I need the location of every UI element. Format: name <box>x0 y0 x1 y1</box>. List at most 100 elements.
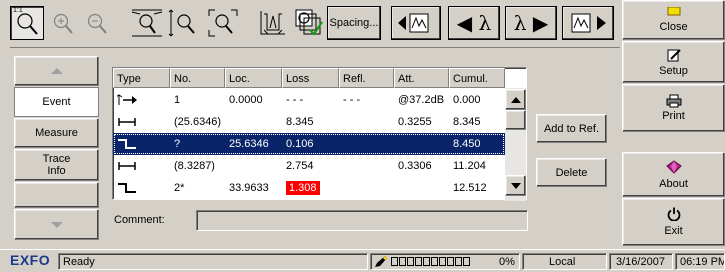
cell-refl <box>339 133 394 155</box>
column-header-loc[interactable]: Loc. <box>225 68 282 88</box>
spacing-button[interactable]: Spacing... <box>327 6 381 40</box>
print-button[interactable]: Print <box>622 84 725 132</box>
status-bar: EXFO Ready 0% Local 3/16/2007 06:19 PM <box>0 249 725 272</box>
nav-scroll-down-button[interactable] <box>14 209 99 240</box>
column-header-att[interactable]: Att. <box>394 68 449 88</box>
add-to-ref-button[interactable]: Add to Ref. <box>536 114 607 143</box>
table-row-selected[interactable]: ? 25.6346 0.106 8.450 <box>113 133 505 155</box>
table-scrollbar[interactable] <box>505 88 526 201</box>
cell-loss: 2.754 <box>286 160 314 172</box>
scroll-up-button[interactable] <box>505 89 526 110</box>
zoom-area-button[interactable] <box>205 6 241 40</box>
exit-button[interactable]: Exit <box>622 198 725 246</box>
brand-logo: EXFO <box>10 252 51 268</box>
nav-empty-slot <box>14 182 99 208</box>
exit-label: Exit <box>664 225 683 237</box>
cell-cumul: 12.512 <box>453 182 487 194</box>
loss-alert-value: 1.308 <box>286 181 320 195</box>
cell-att <box>394 177 449 199</box>
mode-field: Local <box>522 253 607 270</box>
next-trace-button[interactable] <box>562 6 614 40</box>
fit-trace-button[interactable] <box>256 6 290 40</box>
zoom-reset-label: 1:1 <box>13 7 23 14</box>
triangle-up-icon <box>510 96 521 103</box>
previous-trace-icon <box>398 13 429 33</box>
date-field: 3/16/2007 <box>609 253 673 270</box>
zoom-horizontal-button[interactable] <box>128 6 166 40</box>
nav-item-measure[interactable]: Measure <box>14 118 99 148</box>
comment-field[interactable] <box>196 210 528 231</box>
triangle-down-icon <box>510 182 521 189</box>
close-folder-icon <box>667 7 680 16</box>
cell-refl: - - - <box>343 94 361 106</box>
scroll-down-button[interactable] <box>505 175 526 196</box>
triangle-up-icon <box>50 68 63 74</box>
zoom-vertical-button[interactable] <box>166 6 202 40</box>
close-button[interactable]: Close <box>622 0 725 40</box>
cell-refl <box>339 155 394 177</box>
next-wavelength-button[interactable]: λ ▶ <box>505 6 557 40</box>
zoom-reset-button[interactable]: 1:1 <box>10 6 44 40</box>
cell-loss: 0.106 <box>286 138 314 150</box>
fit-trace-icon <box>260 11 285 35</box>
column-header-loss[interactable]: Loss <box>282 68 339 88</box>
nav-item-event[interactable]: Event <box>14 87 99 117</box>
cell-att: 0.3306 <box>398 160 432 172</box>
cell-refl <box>339 177 394 199</box>
cell-loc: 33.9633 <box>229 182 269 194</box>
span-segment-icon <box>113 111 170 133</box>
table-row[interactable]: (25.6346) 8.345 0.3255 8.345 <box>113 111 505 133</box>
zoom-horizontal-icon <box>131 9 163 37</box>
setup-pencil-icon <box>667 48 681 61</box>
next-trace-icon <box>571 13 606 33</box>
span-segment-icon <box>113 155 170 177</box>
add-to-ref-label: Add to Ref. <box>543 122 600 135</box>
comment-label: Comment: <box>114 214 165 226</box>
cell-loss: 1.308 <box>282 177 339 199</box>
column-header-cumul[interactable]: Cumul. <box>449 68 505 88</box>
about-button[interactable]: About <box>622 152 725 197</box>
zoom-out-button[interactable] <box>82 6 112 40</box>
cell-cumul: 8.450 <box>453 138 481 150</box>
print-label: Print <box>662 110 685 122</box>
status-message: Ready <box>58 253 368 270</box>
nonreflective-event-icon <box>113 177 170 199</box>
zoom-area-icon <box>208 9 238 37</box>
right-menu-spacer <box>622 133 725 151</box>
delete-button[interactable]: Delete <box>536 158 607 187</box>
scroll-thumb[interactable] <box>505 110 526 130</box>
view-events-button[interactable] <box>292 6 326 40</box>
zoom-in-button[interactable] <box>48 6 78 40</box>
zoom-out-icon <box>87 13 107 34</box>
column-header-type[interactable]: Type <box>113 68 170 88</box>
nav-item-event-label: Event <box>42 96 71 108</box>
nonreflective-event-icon <box>113 133 170 155</box>
nav-scroll-up-button[interactable] <box>14 56 99 86</box>
previous-trace-button[interactable] <box>391 6 441 40</box>
cell-no: ? <box>174 138 181 150</box>
view-events-icon <box>295 9 323 36</box>
cell-loss: 8.345 <box>286 116 314 128</box>
nav-item-measure-label: Measure <box>35 127 78 139</box>
progress-bar <box>391 257 470 266</box>
spacing-label: Spacing... <box>329 17 379 29</box>
about-label: About <box>659 177 688 190</box>
cell-loc: 25.6346 <box>229 138 269 150</box>
table-row[interactable]: 1 0.0000 - - - - - - @37.2dB 0.000 <box>113 89 505 111</box>
cell-loc <box>225 155 282 177</box>
next-wavelength-label: λ ▶ <box>513 11 549 35</box>
about-gem-icon <box>665 159 682 174</box>
column-header-no[interactable]: No. <box>170 68 225 88</box>
triangle-down-icon <box>50 221 63 228</box>
table-row[interactable]: 2* 33.9633 1.308 12.512 <box>113 177 505 199</box>
nav-item-trace-info[interactable]: Trace Info <box>14 149 99 181</box>
zoom-vertical-icon <box>168 9 195 37</box>
nav-item-trace-info-label: Trace Info <box>42 153 71 177</box>
column-header-refl[interactable]: Refl. <box>339 68 394 88</box>
previous-wavelength-button[interactable]: ◀ λ <box>448 6 500 40</box>
close-label: Close <box>659 21 688 33</box>
left-nav-panel: Event Measure Trace Info <box>14 56 99 240</box>
setup-button[interactable]: Setup <box>622 41 725 83</box>
table-row[interactable]: (8.3287) 2.754 0.3306 11.204 <box>113 155 505 177</box>
cell-loc <box>225 111 282 133</box>
